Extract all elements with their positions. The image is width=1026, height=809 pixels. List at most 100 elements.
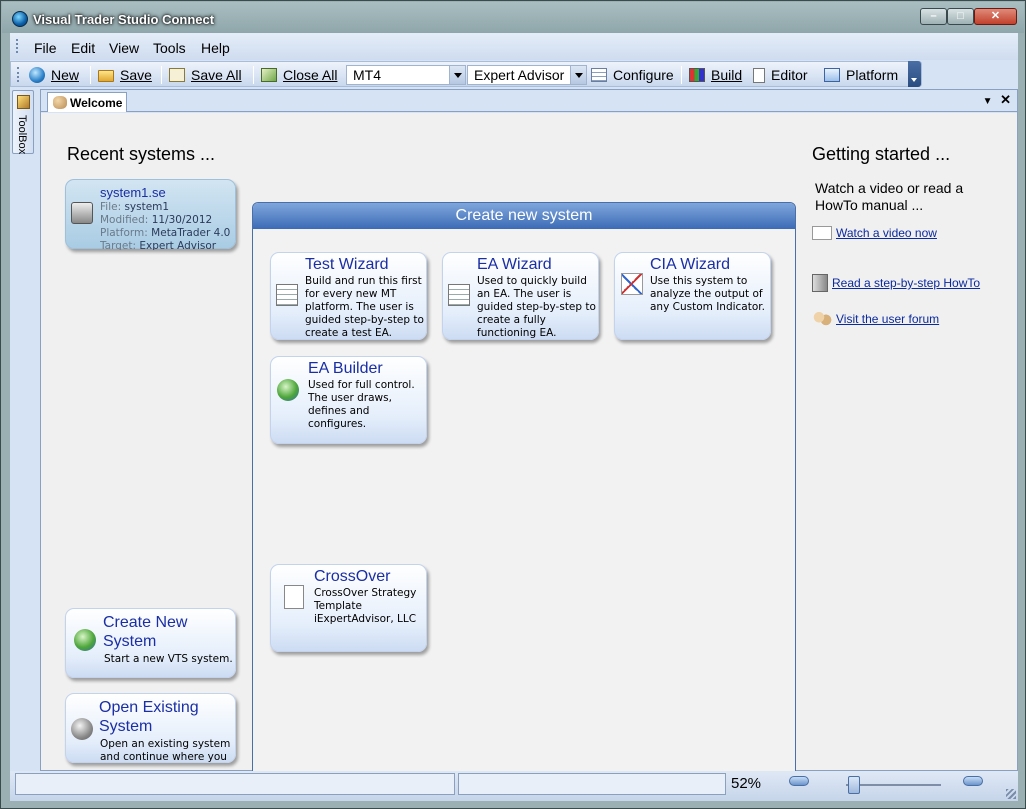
- close-all-icon: [261, 68, 277, 82]
- create-new-system-desc: Start a new VTS system.: [104, 653, 233, 665]
- create-new-system-card[interactable]: Create New System Start a new VTS system…: [65, 608, 236, 678]
- desc-line: analyze the output of: [650, 288, 763, 300]
- cia-wizard-card[interactable]: CIA Wizard Use this system to analyze th…: [614, 252, 771, 340]
- build-button[interactable]: Build: [689, 66, 742, 84]
- menu-view[interactable]: View: [109, 40, 139, 56]
- intro-line-1: Watch a video or read a: [815, 180, 964, 196]
- minimize-button[interactable]: –: [920, 8, 947, 25]
- save-all-icon: [169, 68, 185, 82]
- main-toolbar: New Save Save All Close All MT4 Expert A…: [10, 61, 922, 87]
- save-button[interactable]: Save: [98, 66, 152, 84]
- zoom-in-button[interactable]: [963, 776, 983, 786]
- toolbar-separator: [681, 66, 682, 84]
- menu-edit[interactable]: Edit: [71, 40, 95, 56]
- modified-value: 11/30/2012: [151, 214, 213, 226]
- close-tab-icon[interactable]: ✕: [1000, 92, 1011, 107]
- platform-button[interactable]: Platform: [824, 66, 898, 84]
- tab-list-chevron-icon[interactable]: ▼: [983, 96, 993, 107]
- howto-link[interactable]: Read a step-by-step HowTo: [812, 274, 980, 292]
- editor-button[interactable]: Editor: [753, 66, 808, 84]
- open-existing-system-card[interactable]: Open Existing System Open an existing sy…: [65, 693, 236, 763]
- cia-wizard-desc: Use this system to analyze the output of…: [650, 275, 765, 314]
- zoom-out-button[interactable]: [789, 776, 809, 786]
- new-label: New: [51, 67, 80, 83]
- platform-select[interactable]: MT4: [346, 65, 466, 85]
- target-select[interactable]: Expert Advisor: [467, 65, 587, 85]
- desc-line: defines and configures.: [308, 405, 370, 430]
- desc-line: for every new MT: [305, 288, 397, 300]
- desc-line: Used to quickly build: [477, 275, 587, 287]
- resize-grip[interactable]: [1006, 789, 1016, 799]
- create-title-line-2: System: [103, 633, 157, 650]
- ea-builder-card[interactable]: EA Builder Used for full control. The us…: [270, 356, 427, 444]
- crossover-desc: CrossOver Strategy Template iExpertAdvis…: [314, 587, 416, 626]
- chevron-down-icon[interactable]: [570, 66, 586, 84]
- open-existing-system-title: Open Existing System: [99, 698, 199, 736]
- menu-file[interactable]: File: [34, 40, 57, 56]
- watch-video-link[interactable]: Watch a video now: [812, 226, 937, 240]
- test-wizard-card[interactable]: Test Wizard Build and run this first for…: [270, 252, 427, 340]
- test-wizard-desc: Build and run this first for every new M…: [305, 275, 424, 340]
- desc-line: guided step-by-step to: [305, 314, 424, 326]
- menu-help[interactable]: Help: [201, 40, 230, 56]
- toolbox-icon: [17, 95, 30, 109]
- build-icon: [689, 68, 705, 82]
- book-icon: [812, 274, 828, 292]
- toolbox-tab[interactable]: ToolBox: [12, 90, 34, 154]
- crossover-title: CrossOver: [314, 568, 391, 585]
- desc-line: create a test EA.: [305, 327, 392, 339]
- desc-line: guided step-by-step to: [477, 301, 596, 313]
- document-window: Welcome ▼ ✕ Recent systems ... system1.s…: [40, 89, 1018, 784]
- open-system-icon: [71, 718, 93, 740]
- maximize-button[interactable]: □: [947, 8, 974, 25]
- crossover-card[interactable]: CrossOver CrossOver Strategy Template iE…: [270, 564, 427, 652]
- platform-info-label: Platform:: [100, 227, 148, 239]
- create-new-system-title: Create New System: [103, 613, 187, 651]
- welcome-page: Recent systems ... system1.se File: syst…: [41, 113, 1017, 784]
- platform-info-value: MetaTrader 4.0: [151, 227, 231, 239]
- desc-line: any Custom Indicator.: [650, 301, 765, 313]
- toolbar-overflow-button[interactable]: [908, 61, 921, 87]
- target-value: Expert Advisor: [139, 240, 217, 250]
- open-title-line-2: System: [99, 718, 153, 735]
- ea-wizard-desc: Used to quickly build an EA. The user is…: [477, 275, 596, 340]
- status-pane-main: [15, 773, 455, 795]
- tab-welcome-label: Welcome: [70, 96, 123, 110]
- app-globe-icon[interactable]: [12, 11, 28, 27]
- close-window-button[interactable]: ✕: [974, 8, 1017, 25]
- title-bar[interactable]: Visual Trader Studio Connect – □ ✕: [2, 2, 1024, 33]
- globe-icon: [277, 379, 299, 401]
- user-forum-link[interactable]: Visit the user forum: [812, 310, 939, 328]
- menu-tools[interactable]: Tools: [153, 40, 186, 56]
- desc-line: Used for full control.: [308, 379, 415, 391]
- toolbar-grip[interactable]: [17, 67, 20, 82]
- zoom-slider-track[interactable]: [846, 784, 941, 786]
- tab-welcome[interactable]: Welcome: [47, 92, 127, 112]
- open-desc-line-1: Open an existing system: [100, 738, 231, 750]
- target-select-value: Expert Advisor: [474, 67, 565, 83]
- configure-label: Configure: [613, 67, 674, 83]
- target-label: Target:: [100, 240, 137, 250]
- configure-button[interactable]: Configure: [591, 66, 674, 84]
- client-area: File Edit View Tools Help New Save Save …: [10, 33, 1018, 801]
- users-icon: [812, 310, 832, 328]
- user-forum-label: Visit the user forum: [836, 312, 940, 326]
- new-button[interactable]: New: [29, 66, 79, 84]
- create-title-line-1: Create New: [103, 614, 188, 631]
- chevron-down-icon[interactable]: [449, 66, 465, 84]
- getting-started-heading: Getting started ...: [812, 144, 951, 164]
- zoom-slider-thumb[interactable]: [848, 776, 860, 794]
- getting-started-intro: Watch a video or read a HowTo manual ...: [815, 180, 963, 214]
- save-all-button[interactable]: Save All: [169, 66, 242, 84]
- menubar-grip[interactable]: [16, 39, 19, 53]
- test-wizard-title: Test Wizard: [305, 256, 389, 273]
- platform-select-value: MT4: [353, 67, 381, 83]
- close-all-label: Close All: [283, 67, 338, 83]
- desc-line: Use this system to: [650, 275, 748, 287]
- toolbar-separator: [90, 66, 91, 84]
- status-bar: 52%: [10, 771, 1018, 801]
- ea-wizard-card[interactable]: EA Wizard Used to quickly build an EA. T…: [442, 252, 599, 340]
- close-all-button[interactable]: Close All: [261, 66, 337, 84]
- desc-line: functioning EA.: [477, 327, 557, 339]
- recent-system-card[interactable]: system1.se File: system1 Modified: 11/30…: [65, 179, 236, 250]
